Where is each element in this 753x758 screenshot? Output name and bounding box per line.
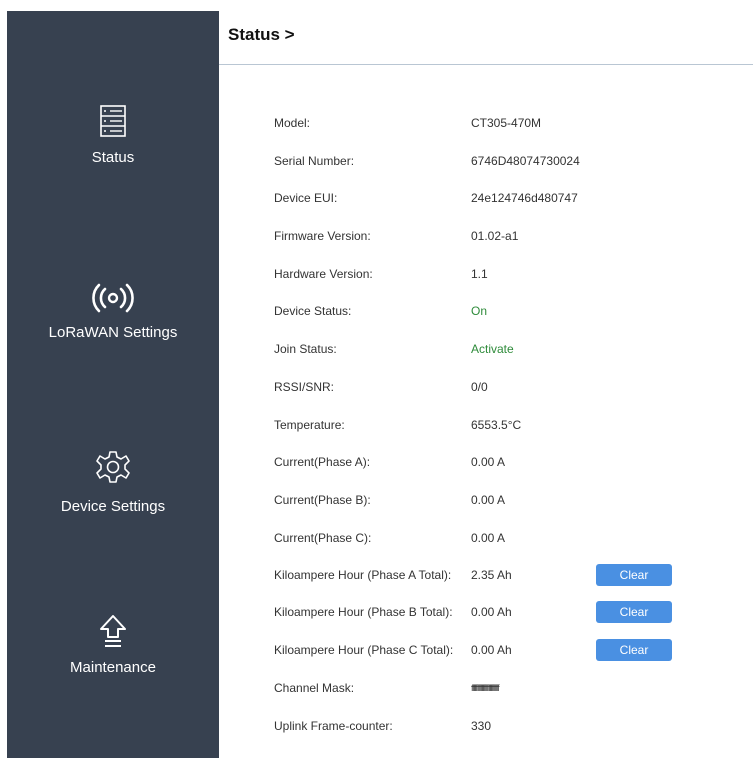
field-value: 0.00 A [471, 455, 506, 469]
field-label: Serial Number: [274, 154, 355, 168]
status-row-kah-phase-a: Kiloampere Hour (Phase A Total): 2.35 Ah… [219, 564, 753, 588]
page-header: Status > [219, 11, 753, 65]
join-status-value: Activate [471, 342, 514, 356]
gear-icon [7, 449, 219, 490]
maintenance-icon [7, 613, 219, 654]
status-row-temperature: Temperature: 6553.5°C [219, 414, 753, 438]
status-row-firmware-version: Firmware Version: 01.02-a1 [219, 225, 753, 249]
field-label: Kiloampere Hour (Phase B Total): [274, 605, 453, 619]
device-status-value: On [471, 304, 488, 318]
field-label: Join Status: [274, 342, 337, 356]
field-label: Hardware Version: [274, 267, 373, 281]
field-value: CT305-470M [471, 116, 542, 130]
field-value: 1.1 [471, 267, 488, 281]
sidebar-item-lorawan-settings[interactable]: LoRaWAN Settings [7, 283, 219, 341]
field-label: Current(Phase C): [274, 531, 372, 545]
status-row-kah-phase-c: Kiloampere Hour (Phase C Total): 0.00 Ah… [219, 639, 753, 663]
page-title: Status > [228, 25, 295, 44]
field-value: 330 [471, 719, 492, 733]
field-label: Kiloampere Hour (Phase A Total): [274, 568, 452, 582]
field-label: Device EUI: [274, 191, 338, 205]
field-value: ffffffffffffffffffffffff [471, 683, 500, 693]
field-value: 0.00 A [471, 531, 506, 545]
status-row-device-status: Device Status: On [219, 300, 753, 324]
status-row-current-phase-a: Current(Phase A): 0.00 A [219, 451, 753, 475]
field-value: 0.00 Ah [471, 643, 512, 657]
clear-phase-b-button[interactable]: Clear [596, 601, 672, 623]
field-label: Firmware Version: [274, 229, 371, 243]
status-row-current-phase-b: Current(Phase B): 0.00 A [219, 489, 753, 513]
status-icon [7, 104, 219, 143]
status-row-current-phase-c: Current(Phase C): 0.00 A [219, 527, 753, 551]
sidebar-item-status[interactable]: Status [7, 104, 219, 166]
field-value: 0/0 [471, 380, 488, 394]
field-label: RSSI/SNR: [274, 380, 335, 394]
field-value: 01.02-a1 [471, 229, 519, 243]
sidebar-item-device-settings[interactable]: Device Settings [7, 449, 219, 515]
status-row-channel-mask: Channel Mask: ffffffffffffffffffffffff [219, 677, 753, 701]
status-panel: Model: CT305-470M Serial Number: 6746D48… [219, 66, 753, 758]
field-value: 6746D48074730024 [471, 154, 580, 168]
status-row-serial-number: Serial Number: 6746D48074730024 [219, 150, 753, 174]
field-value: 0.00 A [471, 493, 506, 507]
field-label: Temperature: [274, 418, 345, 432]
clear-phase-a-button[interactable]: Clear [596, 564, 672, 586]
status-row-kah-phase-b: Kiloampere Hour (Phase B Total): 0.00 Ah… [219, 601, 753, 625]
field-label: Kiloampere Hour (Phase C Total): [274, 643, 454, 657]
sidebar-item-maintenance[interactable]: Maintenance [7, 613, 219, 676]
field-value: 2.35 Ah [471, 568, 512, 582]
field-label: Channel Mask: [274, 681, 355, 695]
sidebar-item-label: Device Settings [60, 498, 166, 515]
field-label: Current(Phase B): [274, 493, 371, 507]
status-row-rssi-snr: RSSI/SNR: 0/0 [219, 376, 753, 400]
field-label: Device Status: [274, 304, 352, 318]
sidebar-item-label: Maintenance [70, 659, 156, 676]
status-row-hardware-version: Hardware Version: 1.1 [219, 263, 753, 287]
field-label: Model: [274, 116, 311, 130]
status-row-uplink-frame-counter: Uplink Frame-counter: 330 [219, 715, 753, 739]
status-row-join-status: Join Status: Activate [219, 338, 753, 362]
sidebar: Status LoRaWAN Settings Device Settings [7, 11, 219, 758]
field-value: 0.00 Ah [471, 605, 512, 619]
field-value: 6553.5°C [471, 418, 522, 432]
field-label: Current(Phase A): [274, 455, 371, 469]
clear-phase-c-button[interactable]: Clear [596, 639, 672, 661]
status-row-model: Model: CT305-470M [219, 112, 753, 136]
status-row-device-eui: Device EUI: 24e124746d480747 [219, 187, 753, 211]
sidebar-item-label: LoRaWAN Settings [48, 324, 178, 341]
field-value: 24e124746d480747 [471, 191, 578, 205]
sidebar-item-label: Status [91, 149, 135, 166]
field-label: Uplink Frame-counter: [274, 719, 393, 733]
signal-icon [7, 283, 219, 318]
